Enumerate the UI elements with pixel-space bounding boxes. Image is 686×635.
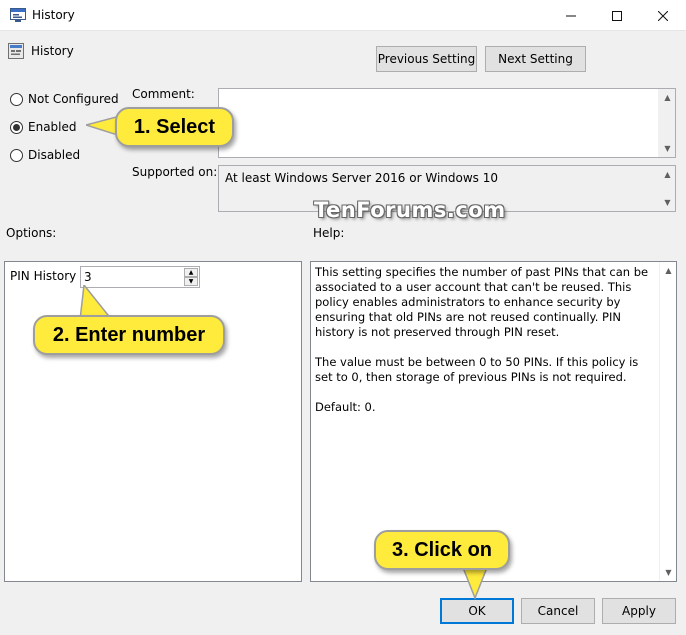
help-scrollbar[interactable]: ▲ ▼ [659,262,676,581]
minimize-icon [566,15,576,16]
radio-circle-selected [10,120,23,134]
scroll-up-arrow-icon[interactable]: ▲ [659,166,676,183]
pin-history-label: PIN History [10,269,77,283]
apply-button[interactable]: Apply [602,598,676,624]
window-title: History [32,8,75,22]
supported-on-label: Supported on: [132,165,218,179]
radio-enabled[interactable]: Enabled [10,120,77,134]
supported-on-value: At least Windows Server 2016 or Windows … [225,171,498,185]
radio-label: Enabled [28,120,77,134]
callout-step1: 1. Select [115,107,234,147]
comment-scrollbar[interactable]: ▲ ▼ [658,89,675,157]
radio-circle [10,92,23,106]
radio-label: Not Configured [28,92,119,106]
watermark: TenForums.com [314,198,506,222]
policy-setting-icon [8,43,24,59]
next-setting-button[interactable]: Next Setting [485,46,586,72]
supported-scrollbar[interactable]: ▲ ▼ [658,166,675,211]
policy-window-icon [10,8,26,22]
radio-label: Disabled [28,148,81,162]
minimize-button[interactable] [548,0,594,31]
help-label: Help: [313,226,345,240]
previous-setting-button[interactable]: Previous Setting [376,46,477,72]
radio-disabled[interactable]: Disabled [10,148,80,162]
maximize-button[interactable] [594,0,640,31]
maximize-icon [612,10,622,21]
close-button[interactable] [640,0,686,31]
comment-label: Comment: [132,87,195,101]
scroll-down-arrow-icon[interactable]: ▼ [660,564,677,581]
ok-button[interactable]: OK [440,598,514,624]
cancel-button[interactable]: Cancel [521,598,595,624]
radio-circle [10,148,23,162]
options-label: Options: [6,226,57,240]
pin-history-value: 3 [84,270,92,284]
options-panel: PIN History 3 ▲ ▼ [4,261,302,582]
policy-name: History [31,44,74,58]
spin-up-icon[interactable]: ▲ [184,268,198,277]
scroll-up-arrow-icon[interactable]: ▲ [659,89,676,106]
scroll-up-arrow-icon[interactable]: ▲ [660,262,677,279]
callout-step2: 2. Enter number [33,315,225,355]
scroll-down-arrow-icon[interactable]: ▼ [659,140,676,157]
title-bar: History [0,0,686,31]
comment-textarea[interactable]: ▲ ▼ [218,88,676,158]
close-icon [658,10,668,21]
spin-down-icon[interactable]: ▼ [184,277,198,286]
callout-step3: 3. Click on [374,530,510,570]
scroll-down-arrow-icon[interactable]: ▼ [659,194,676,211]
help-text: This setting specifies the number of pas… [315,265,649,414]
radio-not-configured[interactable]: Not Configured [10,92,119,106]
